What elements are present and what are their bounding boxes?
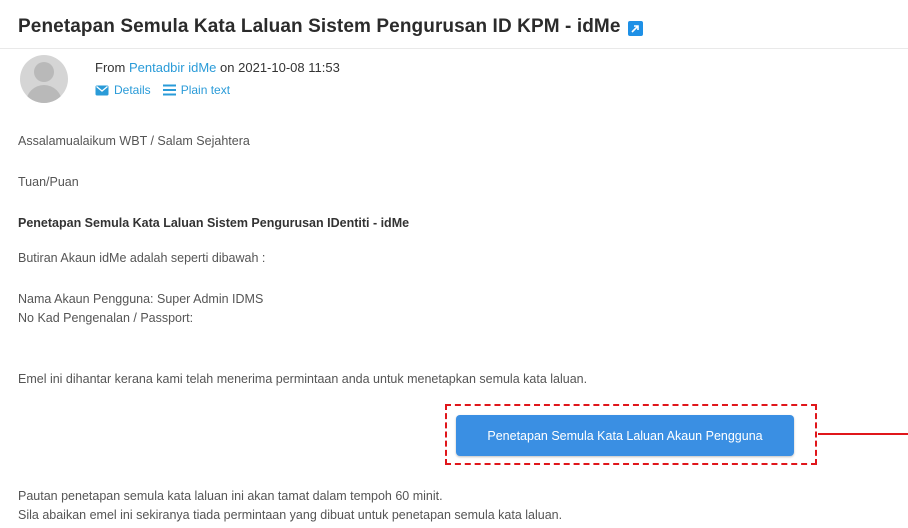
plain-text-button[interactable]: Plain text (162, 83, 231, 97)
lines-icon (162, 84, 176, 96)
email-view: Penetapan Semula Kata Laluan Sistem Peng… (0, 0, 908, 528)
plain-text-label: Plain text (180, 83, 231, 97)
avatar-head-shape (34, 62, 54, 82)
intro-text: Butiran Akaun idMe adalah seperti dibawa… (18, 251, 266, 265)
external-link-icon[interactable] (627, 20, 643, 36)
details-button[interactable]: Details (95, 83, 151, 97)
reason-text: Emel ini dihantar kerana kami telah mene… (18, 372, 588, 386)
expiry-text: Pautan penetapan semula kata laluan ini … (18, 489, 443, 503)
header-divider (0, 48, 908, 49)
details-label: Details (114, 83, 151, 97)
date-prefix: on (220, 60, 235, 75)
reset-password-button[interactable]: Penetapan Semula Kata Laluan Akaun Pengg… (456, 415, 794, 456)
from-label: From (95, 60, 126, 75)
id-number-text: No Kad Pengenalan / Passport: (18, 311, 194, 325)
email-header: Penetapan Semula Kata Laluan Sistem Peng… (18, 16, 898, 38)
sender-link[interactable]: Pentadbir idMe (129, 60, 216, 75)
email-subject: Penetapan Semula Kata Laluan Sistem Peng… (18, 16, 621, 37)
ignore-note-text: Sila abaikan emel ini sekiranya tiada pe… (18, 508, 563, 522)
highlight-callout-line (818, 433, 908, 435)
salutation-text: Tuan/Puan (18, 175, 79, 189)
greeting-text: Assalamualaikum WBT / Salam Sejahtera (18, 134, 250, 148)
account-name-text: Nama Akaun Pengguna: Super Admin IDMS (18, 292, 264, 306)
avatar-body-shape (26, 85, 62, 103)
message-actions: Details Plain text (95, 83, 242, 97)
body-heading: Penetapan Semula Kata Laluan Sistem Peng… (18, 216, 410, 230)
envelope-icon (95, 85, 109, 95)
sent-date: 2021-10-08 11:53 (238, 60, 340, 75)
sender-line: From Pentadbir idMe on 2021-10-08 11:53 (95, 60, 340, 75)
sender-avatar (20, 55, 68, 103)
